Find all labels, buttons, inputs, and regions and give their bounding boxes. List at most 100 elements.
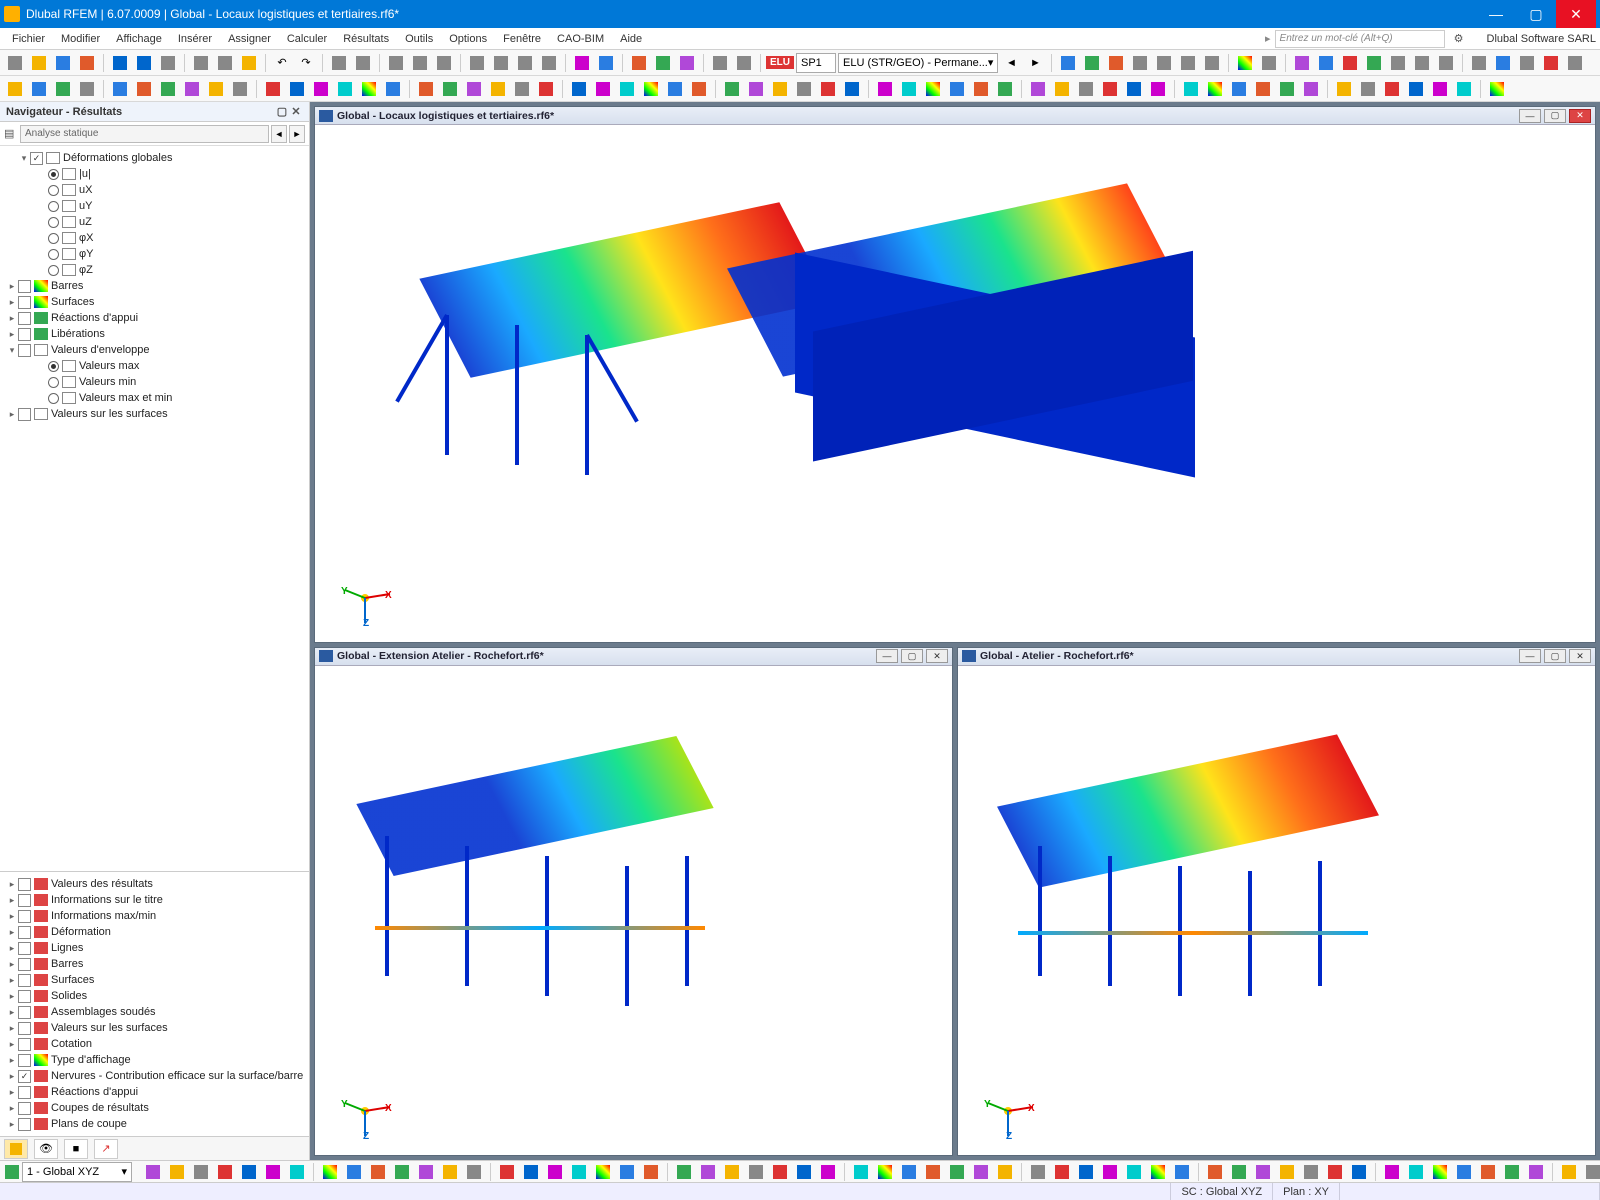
display-option-item[interactable]: ▸Solides	[2, 988, 307, 1004]
tb-a1[interactable]	[328, 52, 350, 74]
view-close-button[interactable]: ✕	[926, 649, 948, 663]
t2-btn-46[interactable]	[1276, 78, 1298, 100]
viewport-main-canvas[interactable]: X Y Z	[315, 125, 1595, 642]
menu-options[interactable]: Options	[441, 31, 495, 47]
bt-btn-42[interactable]	[1204, 1161, 1226, 1183]
bt-btn-57[interactable]	[1582, 1161, 1600, 1183]
bt-btn-23[interactable]	[721, 1161, 743, 1183]
bt-btn-52[interactable]	[1453, 1161, 1475, 1183]
tb-h5[interactable]	[1387, 52, 1409, 74]
tb-paste[interactable]	[214, 52, 236, 74]
t2-btn-47[interactable]	[1300, 78, 1322, 100]
t2-btn-7[interactable]	[286, 78, 308, 100]
t2-btn-25[interactable]	[745, 78, 767, 100]
display-options-tree[interactable]: ▸Valeurs des résultats▸Informations sur …	[0, 871, 309, 1136]
tree-item[interactable]: φX	[2, 230, 307, 246]
bt-btn-36[interactable]	[1051, 1161, 1073, 1183]
viewport-br-canvas[interactable]: X Y Z	[958, 666, 1595, 1155]
display-option-item[interactable]: ▸Nervures - Contribution efficace sur la…	[2, 1068, 307, 1084]
t2-btn-5[interactable]	[229, 78, 251, 100]
t2-btn-17[interactable]	[535, 78, 557, 100]
bt-btn-2[interactable]	[190, 1161, 212, 1183]
menu-modifier[interactable]: Modifier	[53, 31, 108, 47]
bt-btn-39[interactable]	[1123, 1161, 1145, 1183]
menu-aide[interactable]: Aide	[612, 31, 650, 47]
menu-calculer[interactable]: Calculer	[279, 31, 335, 47]
t2-btn-27[interactable]	[793, 78, 815, 100]
tree-item[interactable]: φZ	[2, 262, 307, 278]
bt-btn-49[interactable]	[1381, 1161, 1403, 1183]
tree-item[interactable]: uZ	[2, 214, 307, 230]
bt-btn-16[interactable]	[544, 1161, 566, 1183]
tree-item[interactable]: ▾Valeurs d'enveloppe	[2, 342, 307, 358]
menu-outils[interactable]: Outils	[397, 31, 441, 47]
t2-btn-34[interactable]	[970, 78, 992, 100]
nav-prev-button[interactable]: ◄	[271, 125, 287, 143]
t2-btn-30[interactable]	[874, 78, 896, 100]
bt-btn-40[interactable]	[1147, 1161, 1169, 1183]
display-option-item[interactable]: ▸Cotation	[2, 1036, 307, 1052]
tb-next[interactable]: ►	[1024, 52, 1046, 74]
tb-g1[interactable]	[1234, 52, 1256, 74]
tree-item[interactable]: ▾Déformations globales	[2, 150, 307, 166]
tb-c1[interactable]	[571, 52, 593, 74]
t2-btn-37[interactable]	[1051, 78, 1073, 100]
tb-copy[interactable]	[190, 52, 212, 74]
bt-btn-28[interactable]	[850, 1161, 872, 1183]
bt-btn-44[interactable]	[1252, 1161, 1274, 1183]
ucs-combo[interactable]: 1 - Global XYZ▾	[22, 1162, 132, 1182]
bt-btn-30[interactable]	[898, 1161, 920, 1183]
display-option-item[interactable]: ▸Coupes de résultats	[2, 1100, 307, 1116]
tb-i1[interactable]	[1468, 52, 1490, 74]
menu-resultats[interactable]: Résultats	[335, 31, 397, 47]
bt-btn-37[interactable]	[1075, 1161, 1097, 1183]
close-button[interactable]: ✕	[1556, 0, 1596, 28]
bt-btn-34[interactable]	[994, 1161, 1016, 1183]
t2-btn-8[interactable]	[310, 78, 332, 100]
bt-btn-17[interactable]	[568, 1161, 590, 1183]
t2-btn-24[interactable]	[721, 78, 743, 100]
nav-tab-eye[interactable]: 👁	[34, 1139, 58, 1159]
bt-a[interactable]	[4, 1161, 20, 1183]
t2-btn-50[interactable]	[1381, 78, 1403, 100]
t2-btn-2[interactable]	[157, 78, 179, 100]
view-minimize-button[interactable]: —	[876, 649, 898, 663]
tb-note[interactable]	[238, 52, 260, 74]
t2-btn-20[interactable]	[616, 78, 638, 100]
t2-btn-49[interactable]	[1357, 78, 1379, 100]
tb-e1[interactable]	[709, 52, 731, 74]
tb-g2[interactable]	[1258, 52, 1280, 74]
t2-btn-38[interactable]	[1075, 78, 1097, 100]
tb-b4[interactable]	[538, 52, 560, 74]
tb-f2[interactable]	[1081, 52, 1103, 74]
tb-grid3[interactable]	[433, 52, 455, 74]
tb-d1[interactable]	[628, 52, 650, 74]
display-option-item[interactable]: ▸Assemblages soudés	[2, 1004, 307, 1020]
t2-btn-1[interactable]	[133, 78, 155, 100]
t2-d[interactable]	[76, 78, 98, 100]
bt-btn-14[interactable]	[496, 1161, 518, 1183]
tree-item[interactable]: ▸Surfaces	[2, 294, 307, 310]
bt-btn-3[interactable]	[214, 1161, 236, 1183]
sp-combo[interactable]: SP1	[796, 53, 836, 73]
bt-btn-12[interactable]	[439, 1161, 461, 1183]
t2-b[interactable]	[28, 78, 50, 100]
t2-btn-32[interactable]	[922, 78, 944, 100]
analysis-type-combo[interactable]: Analyse statique	[20, 125, 269, 143]
menu-fichier[interactable]: Fichier	[4, 31, 53, 47]
bt-btn-20[interactable]	[640, 1161, 662, 1183]
bt-btn-51[interactable]	[1429, 1161, 1451, 1183]
display-option-item[interactable]: ▸Réactions d'appui	[2, 1084, 307, 1100]
t2-btn-9[interactable]	[334, 78, 356, 100]
t2-btn-40[interactable]	[1123, 78, 1145, 100]
tree-item[interactable]: Valeurs min	[2, 374, 307, 390]
view-minimize-button[interactable]: —	[1519, 109, 1541, 123]
bt-btn-54[interactable]	[1501, 1161, 1523, 1183]
tb-i5[interactable]	[1564, 52, 1586, 74]
tb-i3[interactable]	[1516, 52, 1538, 74]
bt-btn-55[interactable]	[1525, 1161, 1547, 1183]
tb-print[interactable]	[157, 52, 179, 74]
tb-h3[interactable]	[1339, 52, 1361, 74]
t2-btn-35[interactable]	[994, 78, 1016, 100]
t2-btn-28[interactable]	[817, 78, 839, 100]
